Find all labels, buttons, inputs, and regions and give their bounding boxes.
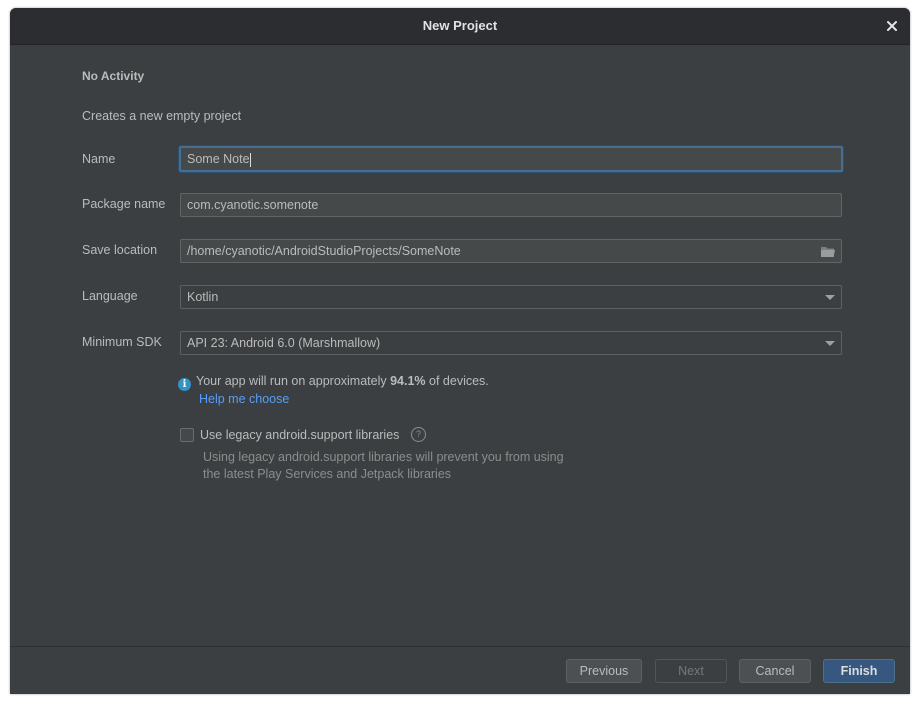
chevron-down-icon [825, 295, 835, 300]
help-icon[interactable]: ? [411, 427, 426, 442]
minimum-sdk-label: Minimum SDK [82, 335, 162, 349]
info-icon: i [178, 378, 191, 391]
coverage-percent: 94.1% [390, 374, 426, 388]
save-location-field[interactable]: /home/cyanotic/AndroidStudioProjects/Som… [180, 239, 842, 263]
info-suffix: of devices. [425, 374, 489, 388]
finish-button[interactable]: Finish [823, 659, 895, 683]
dialog-title: New Project [422, 18, 498, 33]
chevron-down-icon [825, 341, 835, 346]
package-name-label: Package name [82, 197, 166, 211]
next-button[interactable]: Next [655, 659, 727, 683]
save-location-label: Save location [82, 243, 158, 257]
language-value: Kotlin [187, 290, 219, 304]
legacy-description-line-2: the latest Play Services and Jetpack lib… [203, 467, 452, 481]
help-me-choose-link[interactable]: Help me choose [199, 392, 289, 406]
name-field[interactable]: Some Note [179, 146, 843, 172]
name-field-value: Some Note [187, 152, 250, 166]
legacy-description-line-1: Using legacy android.support libraries w… [203, 450, 564, 464]
minimum-sdk-value: API 23: Android 6.0 (Marshmallow) [187, 336, 381, 350]
legacy-support-label[interactable]: Use legacy android.support libraries [200, 428, 399, 442]
device-coverage-info: i Your app will run on approximately 94.1… [178, 373, 489, 391]
folder-icon[interactable] [820, 244, 836, 258]
text-caret [249, 152, 251, 167]
package-name-value: com.cyanotic.somenote [187, 198, 319, 212]
dialog-footer: Previous Next Cancel Finish [10, 646, 910, 694]
minimum-sdk-dropdown[interactable]: API 23: Android 6.0 (Marshmallow) [180, 331, 842, 355]
template-title: No Activity [82, 69, 145, 83]
language-label: Language [82, 289, 138, 303]
previous-button[interactable]: Previous [566, 659, 642, 683]
title-bar: New Project [10, 8, 910, 45]
info-prefix: Your app will run on approximately [196, 374, 391, 388]
close-icon[interactable] [884, 18, 900, 34]
save-location-value: /home/cyanotic/AndroidStudioProjects/Som… [187, 244, 461, 258]
name-label: Name [82, 152, 116, 166]
cancel-button[interactable]: Cancel [739, 659, 811, 683]
package-name-field[interactable]: com.cyanotic.somenote [180, 193, 842, 217]
template-description: Creates a new empty project [82, 109, 242, 123]
language-dropdown[interactable]: Kotlin [180, 285, 842, 309]
legacy-support-checkbox[interactable] [180, 428, 194, 442]
legacy-support-description: Using legacy android.support libraries w… [203, 449, 603, 483]
new-project-dialog: New Project No Activity Creates a new em… [10, 8, 910, 694]
